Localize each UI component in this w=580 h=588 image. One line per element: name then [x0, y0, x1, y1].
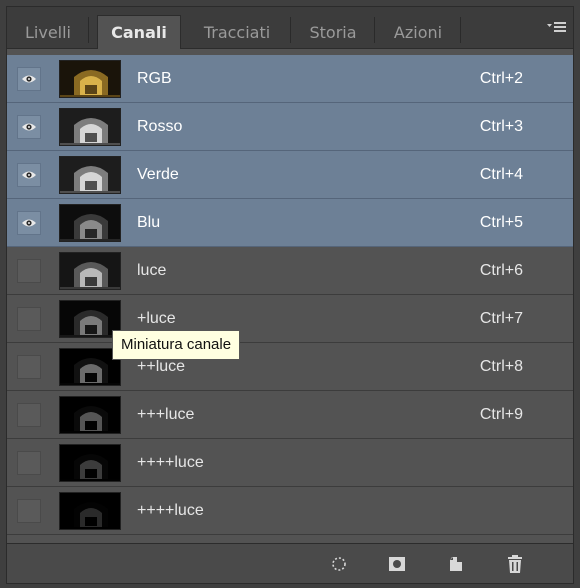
channel-row[interactable]: luce Ctrl+6 — [7, 247, 573, 295]
save-selection-icon[interactable] — [387, 554, 407, 574]
tab-canali[interactable]: Canali — [97, 15, 181, 49]
channel-shortcut: Ctrl+8 — [479, 358, 523, 375]
channel-thumbnail[interactable] — [59, 108, 121, 146]
channel-shortcut: Ctrl+4 — [479, 166, 523, 183]
channel-row[interactable]: RGB Ctrl+2 — [7, 55, 573, 103]
channel-shortcut: Ctrl+6 — [479, 262, 523, 279]
channel-name: ++++luce — [137, 502, 204, 519]
channel-row[interactable]: +luce Ctrl+7 — [7, 295, 573, 343]
channels-panel: Livelli Canali Tracciati Storia Azioni R… — [6, 6, 574, 584]
tab-livelli[interactable]: Livelli — [7, 15, 89, 49]
tab-storia[interactable]: Storia — [291, 15, 375, 49]
channel-name: ++++luce — [137, 454, 204, 471]
new-channel-icon[interactable] — [447, 554, 467, 574]
channel-thumbnail[interactable] — [59, 60, 121, 98]
tab-azioni[interactable]: Azioni — [375, 15, 461, 49]
channel-shortcut: Ctrl+7 — [479, 310, 523, 327]
channel-name: Rosso — [137, 118, 183, 135]
channel-row[interactable]: ++++luce — [7, 487, 573, 535]
channel-thumbnail[interactable] — [59, 156, 121, 194]
visibility-toggle[interactable] — [17, 67, 41, 91]
channel-name: RGB — [137, 70, 172, 87]
channel-thumbnail[interactable] — [59, 252, 121, 290]
tab-bar: Livelli Canali Tracciati Storia Azioni — [7, 7, 573, 49]
channel-thumbnail[interactable] — [59, 444, 121, 482]
channel-thumbnail[interactable] — [59, 492, 121, 530]
visibility-toggle[interactable] — [17, 355, 41, 379]
visibility-toggle[interactable] — [17, 259, 41, 283]
eye-icon — [22, 171, 36, 179]
panel-menu-icon[interactable] — [547, 21, 567, 37]
visibility-toggle[interactable] — [17, 211, 41, 235]
channel-shortcut: Ctrl+5 — [479, 214, 523, 231]
channel-name: Verde — [137, 166, 179, 183]
channel-shortcut: Ctrl+2 — [479, 70, 523, 87]
channel-row[interactable]: Blu Ctrl+5 — [7, 199, 573, 247]
channel-row[interactable]: Verde Ctrl+4 — [7, 151, 573, 199]
delete-channel-icon[interactable] — [505, 554, 525, 574]
channel-row[interactable]: ++++luce — [7, 439, 573, 487]
tab-tracciati[interactable]: Tracciati — [183, 15, 291, 49]
eye-icon — [22, 219, 36, 227]
eye-icon — [22, 75, 36, 83]
visibility-toggle[interactable] — [17, 403, 41, 427]
channel-row[interactable]: ++luce Ctrl+8 — [7, 343, 573, 391]
channel-thumbnail[interactable] — [59, 204, 121, 242]
channel-name: Blu — [137, 214, 161, 231]
tooltip: Miniatura canale — [112, 330, 241, 360]
channel-name: +++luce — [137, 406, 195, 423]
bottom-toolbar — [7, 543, 573, 583]
channel-shortcut: Ctrl+3 — [479, 118, 523, 135]
channel-name: luce — [137, 262, 167, 279]
load-selection-icon[interactable] — [329, 554, 349, 574]
channel-list: RGB Ctrl+2 Rosso Ctrl+3 Verde Ctrl+4 Blu Ctrl+5… — [7, 55, 573, 535]
channel-row[interactable]: +++luce Ctrl+9 — [7, 391, 573, 439]
visibility-toggle[interactable] — [17, 163, 41, 187]
visibility-toggle[interactable] — [17, 499, 41, 523]
channel-shortcut: Ctrl+9 — [479, 406, 523, 423]
eye-icon — [22, 123, 36, 131]
visibility-toggle[interactable] — [17, 115, 41, 139]
visibility-toggle[interactable] — [17, 451, 41, 475]
channel-row[interactable]: Rosso Ctrl+3 — [7, 103, 573, 151]
visibility-toggle[interactable] — [17, 307, 41, 331]
channel-thumbnail[interactable] — [59, 396, 121, 434]
